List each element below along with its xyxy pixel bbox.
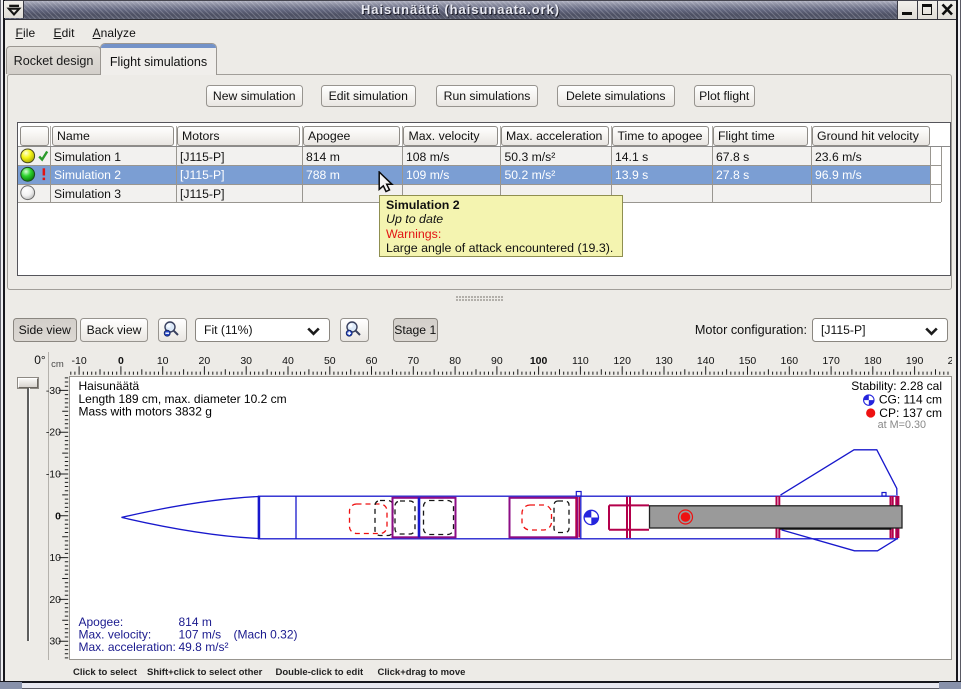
svg-text:130: 130 <box>655 355 673 367</box>
svg-text:-20: -20 <box>46 427 61 439</box>
svg-text:50: 50 <box>324 355 336 367</box>
svg-text:110: 110 <box>572 355 589 367</box>
svg-text:30: 30 <box>240 355 252 367</box>
svg-text:120: 120 <box>613 355 631 367</box>
svg-text:Max. acceleration:: Max. acceleration: <box>78 640 175 654</box>
svg-text:180: 180 <box>864 355 882 367</box>
svg-text:30: 30 <box>49 636 61 648</box>
svg-text:70: 70 <box>407 355 419 367</box>
svg-text:20: 20 <box>199 355 211 367</box>
svg-text:40: 40 <box>282 355 294 367</box>
svg-text:CG: 114 cm: CG: 114 cm <box>878 392 941 406</box>
svg-text:200: 200 <box>948 355 952 367</box>
svg-text:49.8 m/s²: 49.8 m/s² <box>178 640 228 654</box>
svg-text:10: 10 <box>49 552 61 564</box>
svg-text:60: 60 <box>366 355 378 367</box>
svg-text:10: 10 <box>157 355 169 367</box>
svg-text:0: 0 <box>55 510 61 522</box>
svg-text:90: 90 <box>491 355 503 367</box>
svg-text:CP: 137 cm: CP: 137 cm <box>879 406 942 420</box>
svg-text:170: 170 <box>822 355 840 367</box>
svg-text:-10: -10 <box>72 355 87 367</box>
svg-text:140: 140 <box>697 355 715 367</box>
svg-text:Stability: 2.28 cal: Stability: 2.28 cal <box>851 379 942 393</box>
svg-text:150: 150 <box>739 355 757 367</box>
svg-text:at M=0.30: at M=0.30 <box>877 419 925 431</box>
svg-text:(Mach 0.32): (Mach 0.32) <box>233 627 297 641</box>
svg-text:160: 160 <box>781 355 799 367</box>
svg-text:0: 0 <box>118 355 124 367</box>
svg-text:-30: -30 <box>46 385 61 397</box>
svg-text:80: 80 <box>449 355 461 367</box>
svg-text:100: 100 <box>530 355 548 367</box>
svg-text:Mass with motors 3832 g: Mass with motors 3832 g <box>78 404 211 418</box>
svg-text:Haisunäätä: Haisunäätä <box>78 379 139 393</box>
svg-text:-10: -10 <box>46 469 61 481</box>
svg-text:20: 20 <box>49 594 61 606</box>
svg-text:190: 190 <box>906 355 924 367</box>
